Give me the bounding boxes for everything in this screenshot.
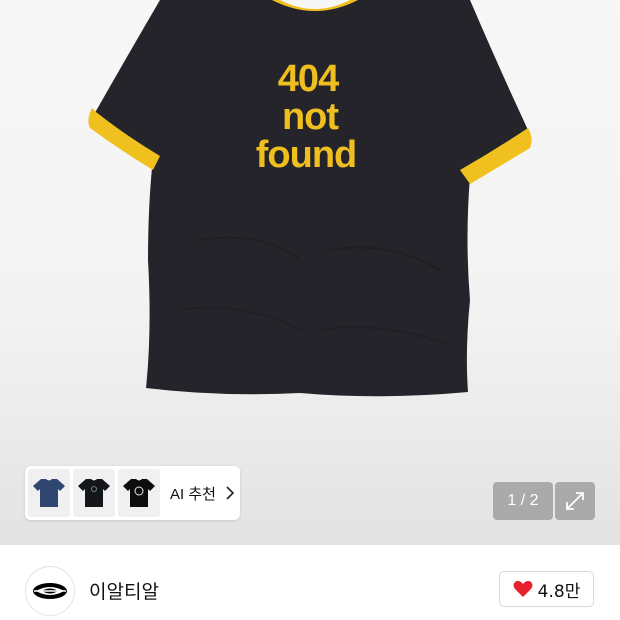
print-line-not: not	[281, 96, 339, 138]
shirt-print-text: 404 not found	[0, 60, 620, 174]
ai-recommendation-bar[interactable]: AI 추천	[25, 466, 240, 520]
product-image-gallery[interactable]: 404 not found	[0, 0, 620, 545]
heart-icon	[513, 580, 533, 597]
reco-thumb-black-graphic-tshirt[interactable]	[118, 469, 160, 517]
brand-logo-icon	[33, 583, 67, 599]
expand-image-button[interactable]	[555, 482, 595, 520]
navy-tshirt-icon	[33, 479, 65, 507]
ai-recommendation-label: AI 추천	[170, 485, 216, 503]
black-tshirt-icon	[78, 479, 110, 507]
brand-logo[interactable]	[25, 566, 75, 616]
like-button[interactable]: 4.8만	[499, 571, 594, 607]
reco-thumb-black-tshirt[interactable]	[73, 469, 115, 517]
like-count: 4.8만	[537, 581, 581, 602]
brand-row: 이알티알 4.8만	[0, 545, 620, 620]
reco-thumb-navy-tshirt[interactable]	[28, 469, 70, 517]
black-graphic-tshirt-icon	[123, 479, 155, 507]
brand-name[interactable]: 이알티알	[89, 577, 159, 604]
print-line-404: 404	[277, 58, 339, 100]
chevron-right-icon	[226, 486, 235, 500]
image-counter: 1 / 2	[493, 482, 553, 520]
expand-icon	[566, 492, 584, 510]
print-line-found: found	[255, 134, 358, 176]
